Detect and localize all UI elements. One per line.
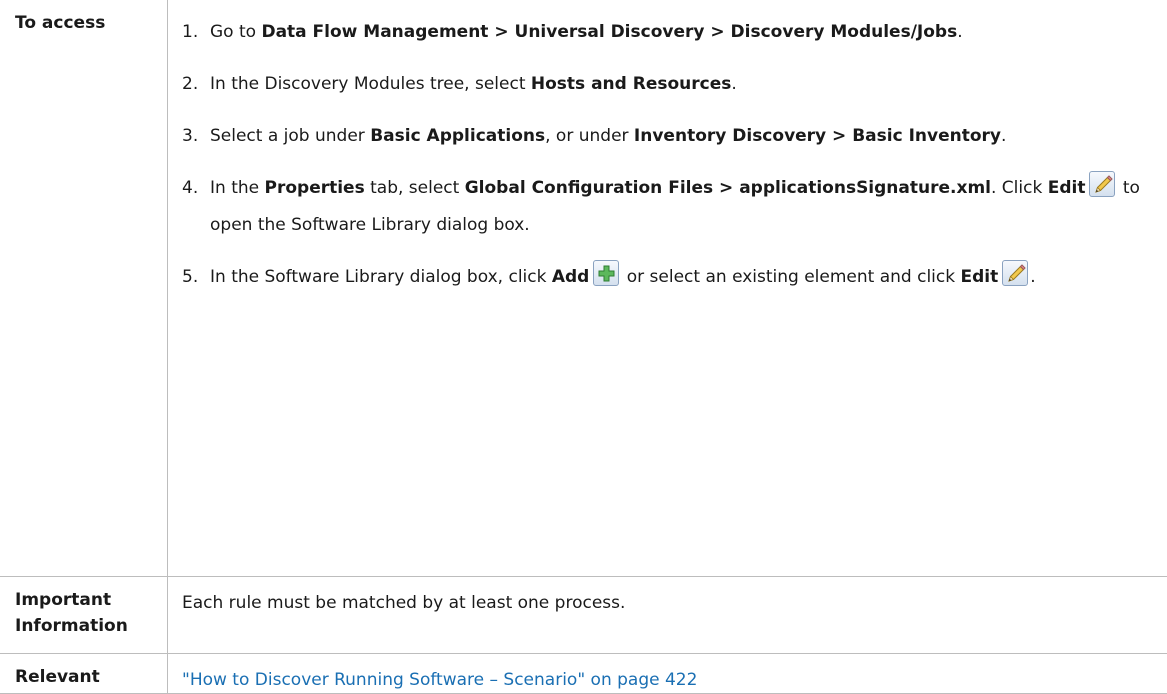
row-relevant: Relevant "How to Discover Running Softwa… xyxy=(0,653,1167,693)
step-bold: Add xyxy=(552,267,590,287)
step-number: 4. xyxy=(182,170,198,207)
row-header: Relevant xyxy=(0,654,167,690)
cell-content: "How to Discover Running Software – Scen… xyxy=(168,653,1167,693)
step-number: 3. xyxy=(182,118,198,155)
list-item: 5. In the Software Library dialog box, c… xyxy=(182,259,1157,296)
row-header: To access xyxy=(0,0,167,36)
list-item: 2. In the Discovery Modules tree, select… xyxy=(182,66,1157,103)
list-item: 4. In the Properties tab, select Global … xyxy=(182,170,1157,244)
pencil-edit-icon xyxy=(1002,260,1028,286)
step-number: 5. xyxy=(182,259,198,296)
step-text: . Click xyxy=(991,178,1048,198)
step-text: . xyxy=(731,74,736,94)
step-text: or select an existing element and click xyxy=(621,267,960,287)
step-bold: Basic Applications xyxy=(370,126,545,146)
step-text: In the Software Library dialog box, clic… xyxy=(210,267,552,287)
cell-header: To access xyxy=(0,0,168,576)
step-text: Select a job under xyxy=(210,126,370,146)
step-text: Go to xyxy=(210,22,261,42)
step-bold: Edit xyxy=(1048,178,1086,198)
step-bold: Inventory Discovery > Basic Inventory xyxy=(634,126,1001,146)
list-item: 1. Go to Data Flow Management > Universa… xyxy=(182,14,1157,51)
step-bold: Properties xyxy=(265,178,365,198)
step-number: 2. xyxy=(182,66,198,103)
steps-list: 1. Go to Data Flow Management > Universa… xyxy=(168,0,1167,308)
step-text: In the xyxy=(210,178,265,198)
pencil-edit-icon xyxy=(1089,171,1115,197)
step-text: tab, select xyxy=(365,178,465,198)
green-plus-add-icon xyxy=(593,260,619,286)
step-text: , or under xyxy=(545,126,634,146)
step-bold: Hosts and Resources xyxy=(531,74,731,94)
step-text: . xyxy=(1001,126,1006,146)
step-text: . xyxy=(1030,267,1035,287)
important-text: Each rule must be matched by at least on… xyxy=(168,577,1167,616)
step-bold: Global Configuration Files > application… xyxy=(465,178,991,198)
related-topic-link[interactable]: "How to Discover Running Software – Scen… xyxy=(182,670,697,690)
cell-header: Important Information xyxy=(0,576,168,653)
info-table: To access 1. Go to Data Flow Management … xyxy=(0,0,1167,694)
cell-content: Each rule must be matched by at least on… xyxy=(168,576,1167,653)
list-item: 3. Select a job under Basic Applications… xyxy=(182,118,1157,155)
row-to-access: To access 1. Go to Data Flow Management … xyxy=(0,0,1167,576)
step-number: 1. xyxy=(182,14,198,51)
row-important-information: Important Information Each rule must be … xyxy=(0,576,1167,653)
row-header: Important Information xyxy=(0,577,167,639)
step-bold: Edit xyxy=(961,267,999,287)
step-text: . xyxy=(957,22,962,42)
step-text: In the Discovery Modules tree, select xyxy=(210,74,531,94)
cell-header: Relevant xyxy=(0,653,168,693)
cell-content: 1. Go to Data Flow Management > Universa… xyxy=(168,0,1167,576)
step-bold: Data Flow Management > Universal Discove… xyxy=(261,22,957,42)
